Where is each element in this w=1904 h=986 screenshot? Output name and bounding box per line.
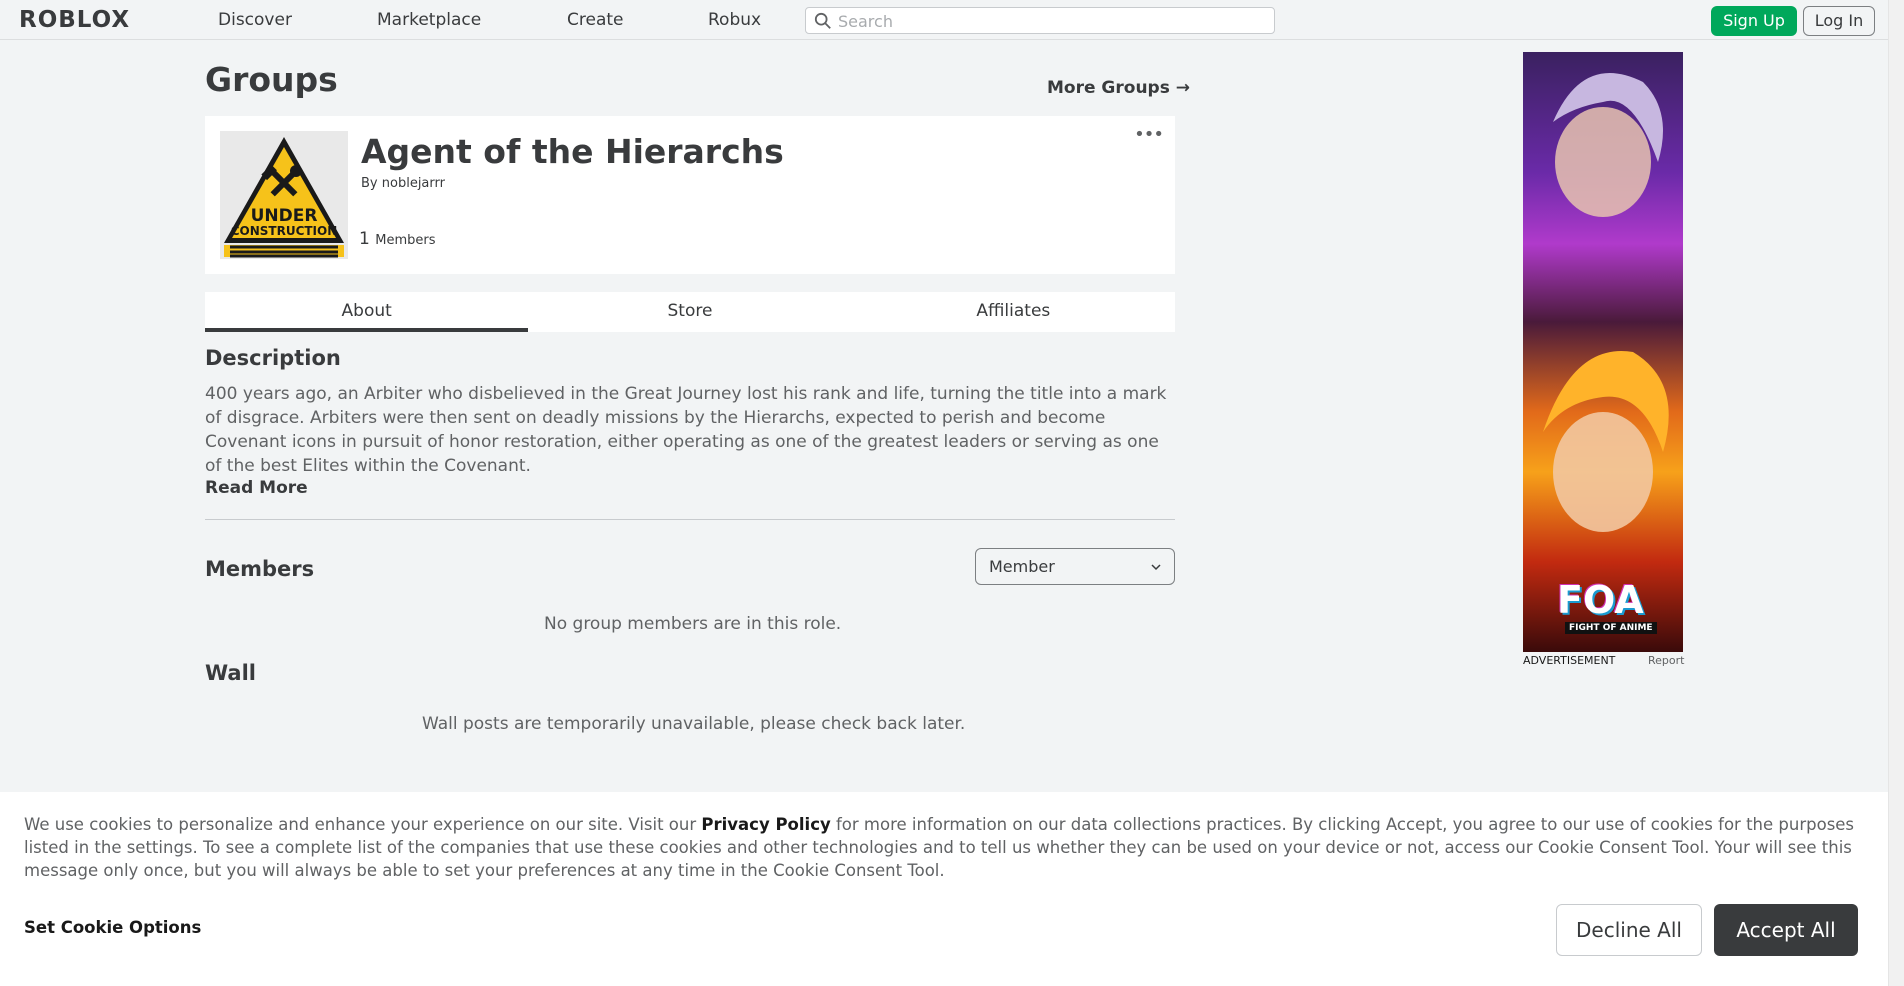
tab-affiliates[interactable]: Affiliates xyxy=(852,292,1175,332)
cookie-message: We use cookies to personalize and enhanc… xyxy=(24,813,1864,882)
wall-unavailable-message: Wall posts are temporarily unavailable, … xyxy=(422,714,966,734)
nav-link-robux[interactable]: Robux xyxy=(708,10,761,30)
group-header-card: UNDER CONSTRUCTION Agent of the Hierarch… xyxy=(205,116,1175,274)
privacy-policy-link[interactable]: Privacy Policy xyxy=(701,815,830,834)
member-count: 1 Members xyxy=(359,229,435,249)
roblox-logo[interactable]: ROBLOX xyxy=(19,7,130,33)
decline-all-button[interactable]: Decline All xyxy=(1556,904,1702,956)
ad-artwork xyxy=(1543,73,1669,532)
section-divider xyxy=(205,519,1175,520)
log-in-button[interactable]: Log In xyxy=(1803,6,1875,36)
group-owner: By noblejarrr xyxy=(361,176,445,191)
ad-brand-subtitle: FIGHT OF ANIME xyxy=(1565,622,1657,634)
nav-link-create[interactable]: Create xyxy=(567,10,624,30)
nav-link-marketplace[interactable]: Marketplace xyxy=(377,10,481,30)
svg-text:UNDER: UNDER xyxy=(251,206,318,226)
advertisement-label: ADVERTISEMENT xyxy=(1523,654,1616,667)
owner-link[interactable]: noblejarrr xyxy=(382,176,445,191)
cookie-consent-banner: We use cookies to personalize and enhanc… xyxy=(0,792,1888,986)
tab-store[interactable]: Store xyxy=(528,292,851,332)
nav-link-discover[interactable]: Discover xyxy=(218,10,292,30)
chevron-down-icon xyxy=(1151,564,1161,571)
wall-heading: Wall xyxy=(205,661,256,685)
group-emblem: UNDER CONSTRUCTION xyxy=(220,131,348,259)
search-icon xyxy=(814,12,831,29)
group-name: Agent of the Hierarchs xyxy=(361,132,784,171)
top-nav-bar: ROBLOX Discover Marketplace Create Robux… xyxy=(0,0,1888,40)
search-box xyxy=(805,7,1275,34)
search-input[interactable] xyxy=(838,10,1268,32)
members-heading: Members xyxy=(205,557,315,581)
ad-brand-logo: FOA xyxy=(1557,578,1644,622)
member-count-label: Members xyxy=(375,233,436,248)
description-text: 400 years ago, an Arbiter who disbelieve… xyxy=(205,384,1167,476)
advertisement-banner[interactable]: FOA FIGHT OF ANIME xyxy=(1523,52,1683,652)
page-scrollbar[interactable] xyxy=(1888,0,1904,986)
accept-all-button[interactable]: Accept All xyxy=(1714,904,1858,956)
member-count-value: 1 xyxy=(359,229,370,249)
role-select-value: Member xyxy=(989,557,1055,576)
more-groups-link[interactable]: More Groups → xyxy=(1047,78,1190,98)
under-construction-sign-icon: UNDER CONSTRUCTION xyxy=(220,131,348,259)
group-tabs: About Store Affiliates xyxy=(205,292,1175,332)
role-select-dropdown[interactable]: Member xyxy=(975,548,1175,585)
by-label: By xyxy=(361,176,378,191)
tab-about[interactable]: About xyxy=(205,292,529,332)
sign-up-button[interactable]: Sign Up xyxy=(1711,6,1797,36)
report-ad-link[interactable]: Report xyxy=(1648,654,1684,667)
read-more-link[interactable]: Read More xyxy=(205,478,308,498)
svg-text:CONSTRUCTION: CONSTRUCTION xyxy=(231,224,338,238)
page-title: Groups xyxy=(205,60,338,99)
cookie-text-before: We use cookies to personalize and enhanc… xyxy=(24,815,702,834)
members-empty-message: No group members are in this role. xyxy=(544,614,842,634)
more-options-icon[interactable]: ••• xyxy=(1134,126,1164,144)
set-cookie-options-link[interactable]: Set Cookie Options xyxy=(24,918,201,937)
description-heading: Description xyxy=(205,346,341,370)
